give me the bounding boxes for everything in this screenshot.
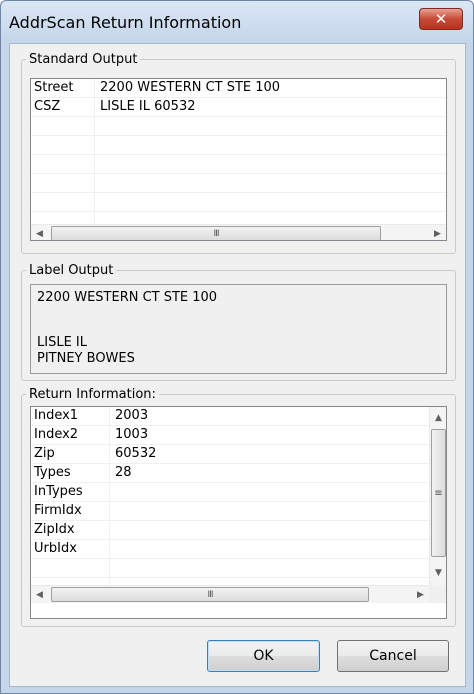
field-value: 1003	[115, 427, 149, 442]
cancel-button[interactable]: Cancel	[337, 640, 449, 672]
scroll-left-icon[interactable]: ◀	[31, 586, 48, 603]
field-name: ZipIdx	[34, 522, 75, 537]
table-row[interactable]: ZipIdx	[31, 521, 429, 540]
table-row[interactable]: Street 2200 WESTERN CT STE 100	[31, 79, 446, 98]
return-information-legend: Return Information:	[29, 387, 156, 402]
table-row[interactable]: UrbIdx	[31, 540, 429, 559]
close-icon: ✕	[434, 10, 448, 28]
table-row[interactable]: Index2 1003	[31, 426, 429, 445]
title-bar[interactable]: AddrScan Return Information ✕	[1, 1, 473, 43]
grip-icon: III	[213, 228, 220, 239]
standard-output-list[interactable]: Street 2200 WESTERN CT STE 100 CSZ LISLE…	[30, 78, 447, 241]
table-row[interactable]: InTypes	[31, 483, 429, 502]
window-title: AddrScan Return Information	[9, 13, 242, 32]
return-information-list[interactable]: Index1 2003 Index2 1003 Zip 60532 Types …	[30, 406, 447, 619]
table-row[interactable]	[31, 559, 429, 578]
table-row[interactable]: Types 28	[31, 464, 429, 483]
table-row[interactable]	[31, 193, 446, 212]
field-name: InTypes	[34, 484, 83, 499]
field-name: Index1	[34, 408, 79, 423]
horizontal-scrollbar[interactable]: ◀ III ▶	[31, 224, 446, 240]
field-value: 2003	[115, 408, 149, 423]
scroll-up-icon[interactable]: ▲	[430, 409, 446, 426]
field-name: CSZ	[34, 99, 61, 114]
scroll-left-icon[interactable]: ◀	[31, 225, 48, 240]
field-name: FirmIdx	[34, 503, 82, 518]
table-row[interactable]	[31, 155, 446, 174]
dialog-window: AddrScan Return Information ✕ Standard O…	[0, 0, 474, 694]
field-value: LISLE IL 60532	[100, 99, 196, 114]
label-line: LISLE IL	[37, 335, 87, 350]
field-value: 2200 WESTERN CT STE 100	[100, 80, 281, 95]
scroll-right-icon[interactable]: ▶	[412, 586, 429, 603]
grip-icon: ≡	[434, 487, 443, 499]
table-row[interactable]	[31, 174, 446, 193]
ok-button[interactable]: OK	[207, 640, 320, 672]
grip-icon: III	[207, 589, 214, 600]
scroll-thumb[interactable]: III	[51, 226, 381, 240]
label-line: PITNEY BOWES	[37, 351, 135, 366]
label-line: 2200 WESTERN CT STE 100	[37, 290, 218, 305]
table-row[interactable]	[31, 117, 446, 136]
scroll-thumb[interactable]: III	[51, 587, 369, 602]
label-output-legend: Label Output	[29, 263, 114, 278]
scroll-right-icon[interactable]: ▶	[429, 225, 446, 240]
field-name: Street	[34, 80, 74, 95]
dialog-client-area: Standard Output Street 2200 WESTERN CT S…	[9, 43, 466, 687]
scrollbar-corner	[429, 585, 446, 603]
label-output-box: 2200 WESTERN CT STE 100 LISLE IL PITNEY …	[30, 284, 447, 374]
table-row[interactable]	[31, 136, 446, 155]
standard-output-legend: Standard Output	[29, 52, 138, 67]
field-name: Types	[34, 465, 71, 480]
table-row[interactable]: Index1 2003	[31, 407, 429, 426]
horizontal-scrollbar[interactable]: ◀ III ▶	[31, 585, 429, 603]
field-value: 60532	[115, 446, 157, 461]
table-row[interactable]: FirmIdx	[31, 502, 429, 521]
table-row[interactable]: Zip 60532	[31, 445, 429, 464]
table-row[interactable]: CSZ LISLE IL 60532	[31, 98, 446, 117]
scroll-down-icon[interactable]: ▼	[430, 564, 446, 581]
field-name: Index2	[34, 427, 79, 442]
close-button[interactable]: ✕	[419, 8, 463, 30]
field-name: UrbIdx	[34, 541, 77, 556]
field-value: 28	[115, 465, 132, 480]
vertical-scrollbar[interactable]: ▲ ≡ ▼	[429, 407, 446, 585]
scroll-thumb[interactable]: ≡	[431, 429, 446, 557]
field-name: Zip	[34, 446, 55, 461]
